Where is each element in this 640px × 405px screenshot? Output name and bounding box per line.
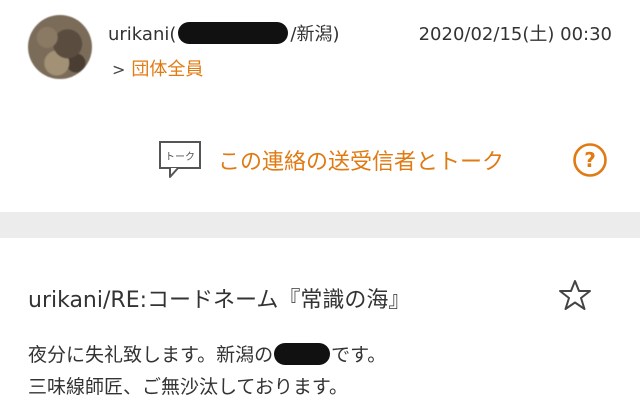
line1-prefix: 夜分に失礼致します。新潟の xyxy=(28,344,274,366)
talk-icon-text: トーク xyxy=(165,151,195,163)
sender-suffix: /新潟) xyxy=(290,24,340,45)
redaction-mark xyxy=(274,342,331,365)
message-line-2: 三味線師匠、ご無沙汰しております。 xyxy=(28,376,348,398)
sender-prefix: urikani( xyxy=(108,24,177,45)
redaction-mark xyxy=(178,22,289,44)
section-divider xyxy=(0,212,640,238)
talk-with-recipients-link[interactable]: この連絡の送受信者とトーク xyxy=(218,144,504,176)
help-glyph: ? xyxy=(584,148,596,172)
talk-icon[interactable]: トーク xyxy=(158,140,202,180)
chevron-right-icon: > xyxy=(112,60,126,79)
timestamp: 2020/02/15(土) 00:30 xyxy=(418,24,612,45)
avatar[interactable] xyxy=(28,15,92,79)
recipient-group-link[interactable]: > 団体全員 xyxy=(112,55,203,81)
group-label: 団体全員 xyxy=(131,59,204,80)
help-icon[interactable]: ? xyxy=(572,142,608,178)
sender-name[interactable]: urikani( /新潟) xyxy=(108,20,339,46)
message-subject: urikani/RE:コードネーム『常識の海』 xyxy=(28,288,411,313)
message-line-1: 夜分に失礼致します。新潟の です。 xyxy=(28,340,386,367)
line1-suffix: です。 xyxy=(331,344,387,366)
message-body: urikani/RE:コードネーム『常識の海』 夜分に失礼致します。新潟の です。… xyxy=(0,238,640,405)
star-icon[interactable] xyxy=(558,278,592,312)
talk-row: トーク この連絡の送受信者とトーク ? xyxy=(0,130,640,190)
message-header: urikani( /新潟) 2020/02/15(土) 00:30 > 団体全員 xyxy=(0,0,640,100)
